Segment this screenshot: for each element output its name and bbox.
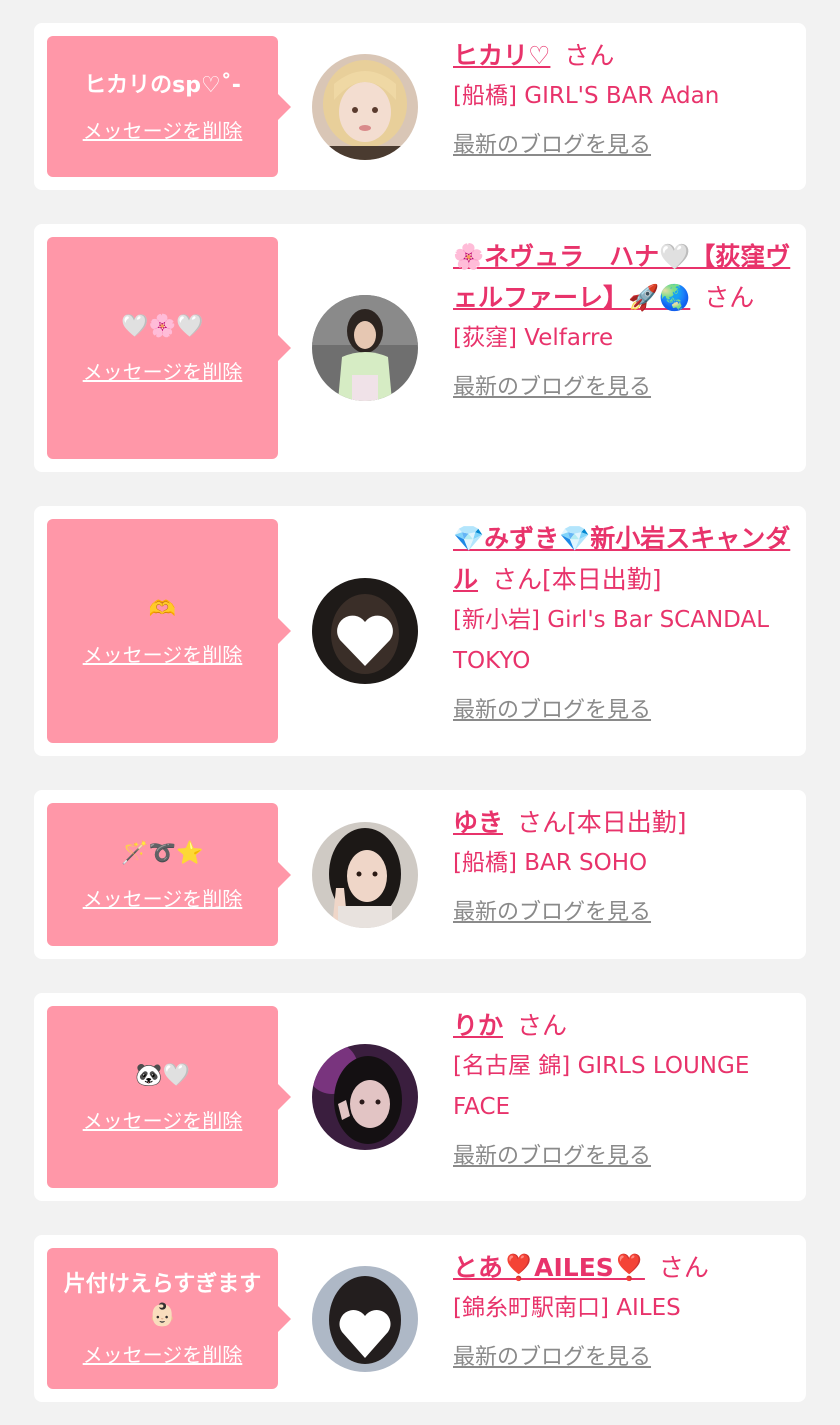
delete-message-link[interactable]: メッセージを削除 [83, 1105, 243, 1134]
girl-name-link[interactable]: ヒカリ♡ [453, 41, 550, 70]
delete-message-link[interactable]: メッセージを削除 [83, 883, 243, 912]
honorific: さん [658, 1253, 709, 1282]
girl-name-link[interactable]: ゆき [453, 808, 503, 837]
message-card: ヒカリのsp♡˚- メッセージを削除 ヒカリ♡ さん [船橋] GIRL'S BA… [34, 23, 806, 190]
delete-message-link[interactable]: メッセージを削除 [83, 1339, 243, 1368]
girl-purple-light-avatar-icon [312, 1044, 418, 1150]
avatar[interactable] [312, 578, 418, 684]
name-line: とあ❣️AILES❣️ さん [453, 1247, 793, 1288]
message-card: 片付けえらすぎます👶🏻 メッセージを削除 とあ❣️AILES❣️ さん [錦糸町駅… [34, 1235, 806, 1402]
honorific: さん [704, 283, 755, 312]
name-line: 💎みずき💎新小岩スキャンダル さん[本日出勤] [453, 518, 793, 600]
message-bubble: 🫶 メッセージを削除 [47, 519, 291, 743]
latest-blog-link[interactable]: 最新のブログを見る [453, 127, 651, 159]
delete-message-link[interactable]: メッセージを削除 [83, 356, 243, 385]
girl-info: ヒカリ♡ さん [船橋] GIRL'S BAR Adan 最新のブログを見る [453, 35, 793, 159]
girl-peace-sign-avatar-icon [312, 822, 418, 928]
heart-face-avatar-icon [312, 578, 418, 684]
name-line: ゆき さん[本日出勤] [453, 802, 793, 843]
status-text: [本日出勤] [567, 808, 687, 837]
honorific: さん [492, 565, 543, 594]
message-text: 🐼🤍 [135, 1063, 190, 1088]
shop-name: [錦糸町駅南口] AILES [453, 1295, 681, 1321]
girl-dark-hair-avatar-icon [312, 295, 418, 401]
shop-name: [船橋] BAR SOHO [453, 850, 648, 876]
name-line: りか さん [453, 1005, 793, 1046]
girl-name-link[interactable]: とあ❣️AILES❣️ [453, 1253, 645, 1282]
honorific: さん [517, 1011, 568, 1040]
girl-info: 💎みずき💎新小岩スキャンダル さん[本日出勤] [新小岩] Girl's Bar … [453, 518, 793, 724]
avatar[interactable] [312, 295, 418, 401]
shop-name: [新小岩] Girl's Bar SCANDAL TOKYO [453, 607, 770, 674]
girl-blonde-avatar-icon [312, 54, 418, 160]
message-card: 🪄➰⭐ メッセージを削除 ゆき さん[本日出勤] [船橋] BAR SOHO 最新… [34, 790, 806, 959]
name-line: ヒカリ♡ さん [453, 35, 793, 76]
name-line: 🌸ネヴュラ ハナ🤍【荻窪ヴェルファーレ】🚀🌏 さん [453, 236, 793, 318]
avatar[interactable] [312, 1044, 418, 1150]
delete-message-link[interactable]: メッセージを削除 [83, 115, 243, 144]
shop-name: [船橋] GIRL'S BAR Adan [453, 83, 720, 109]
status-text: [本日出勤] [542, 565, 662, 594]
girl-info: 🌸ネヴュラ ハナ🤍【荻窪ヴェルファーレ】🚀🌏 さん [荻窪] Velfarre 最… [453, 236, 793, 401]
message-bubble: 片付けえらすぎます👶🏻 メッセージを削除 [47, 1248, 291, 1389]
message-bubble: ヒカリのsp♡˚- メッセージを削除 [47, 36, 291, 177]
message-text: 🤍🌸🤍 [121, 314, 204, 339]
message-text: ヒカリのsp♡˚- [84, 72, 241, 98]
message-text: 🪄➰⭐ [121, 840, 204, 866]
message-bubble: 🤍🌸🤍 メッセージを削除 [47, 237, 291, 459]
honorific: さん [517, 808, 568, 837]
latest-blog-link[interactable]: 最新のブログを見る [453, 1138, 651, 1170]
delete-message-link[interactable]: メッセージを削除 [83, 639, 243, 668]
latest-blog-link[interactable]: 最新のブログを見る [453, 894, 651, 926]
latest-blog-link[interactable]: 最新のブログを見る [453, 369, 651, 401]
message-card: 🤍🌸🤍 メッセージを削除 🌸ネヴュラ ハナ🤍【荻窪ヴェルファーレ】🚀🌏 さん [荻… [34, 224, 806, 472]
girl-info: ゆき さん[本日出勤] [船橋] BAR SOHO 最新のブログを見る [453, 802, 793, 926]
girl-info: りか さん [名古屋 錦] GIRLS LOUNGE FACE 最新のブログを見る [453, 1005, 793, 1170]
latest-blog-link[interactable]: 最新のブログを見る [453, 1339, 651, 1371]
avatar[interactable] [312, 822, 418, 928]
heart-face-avatar-icon [312, 1266, 418, 1372]
message-text: 片付けえらすぎます👶🏻 [63, 1272, 262, 1328]
latest-blog-link[interactable]: 最新のブログを見る [453, 692, 651, 724]
message-text: 🫶 [148, 597, 177, 622]
shop-name: [名古屋 錦] GIRLS LOUNGE FACE [453, 1053, 750, 1120]
message-card: 🐼🤍 メッセージを削除 りか さん [名古屋 錦] GIRLS LOUNGE FA… [34, 993, 806, 1201]
honorific: さん [564, 41, 615, 70]
avatar[interactable] [312, 1266, 418, 1372]
message-bubble: 🪄➰⭐ メッセージを削除 [47, 803, 291, 946]
message-card: 🫶 メッセージを削除 💎みずき💎新小岩スキャンダル さん[本日出勤] [新小岩] … [34, 506, 806, 756]
girl-info: とあ❣️AILES❣️ さん [錦糸町駅南口] AILES 最新のブログを見る [453, 1247, 793, 1371]
shop-name: [荻窪] Velfarre [453, 325, 614, 351]
girl-name-link[interactable]: りか [453, 1011, 503, 1040]
message-bubble: 🐼🤍 メッセージを削除 [47, 1006, 291, 1188]
avatar[interactable] [312, 54, 418, 160]
